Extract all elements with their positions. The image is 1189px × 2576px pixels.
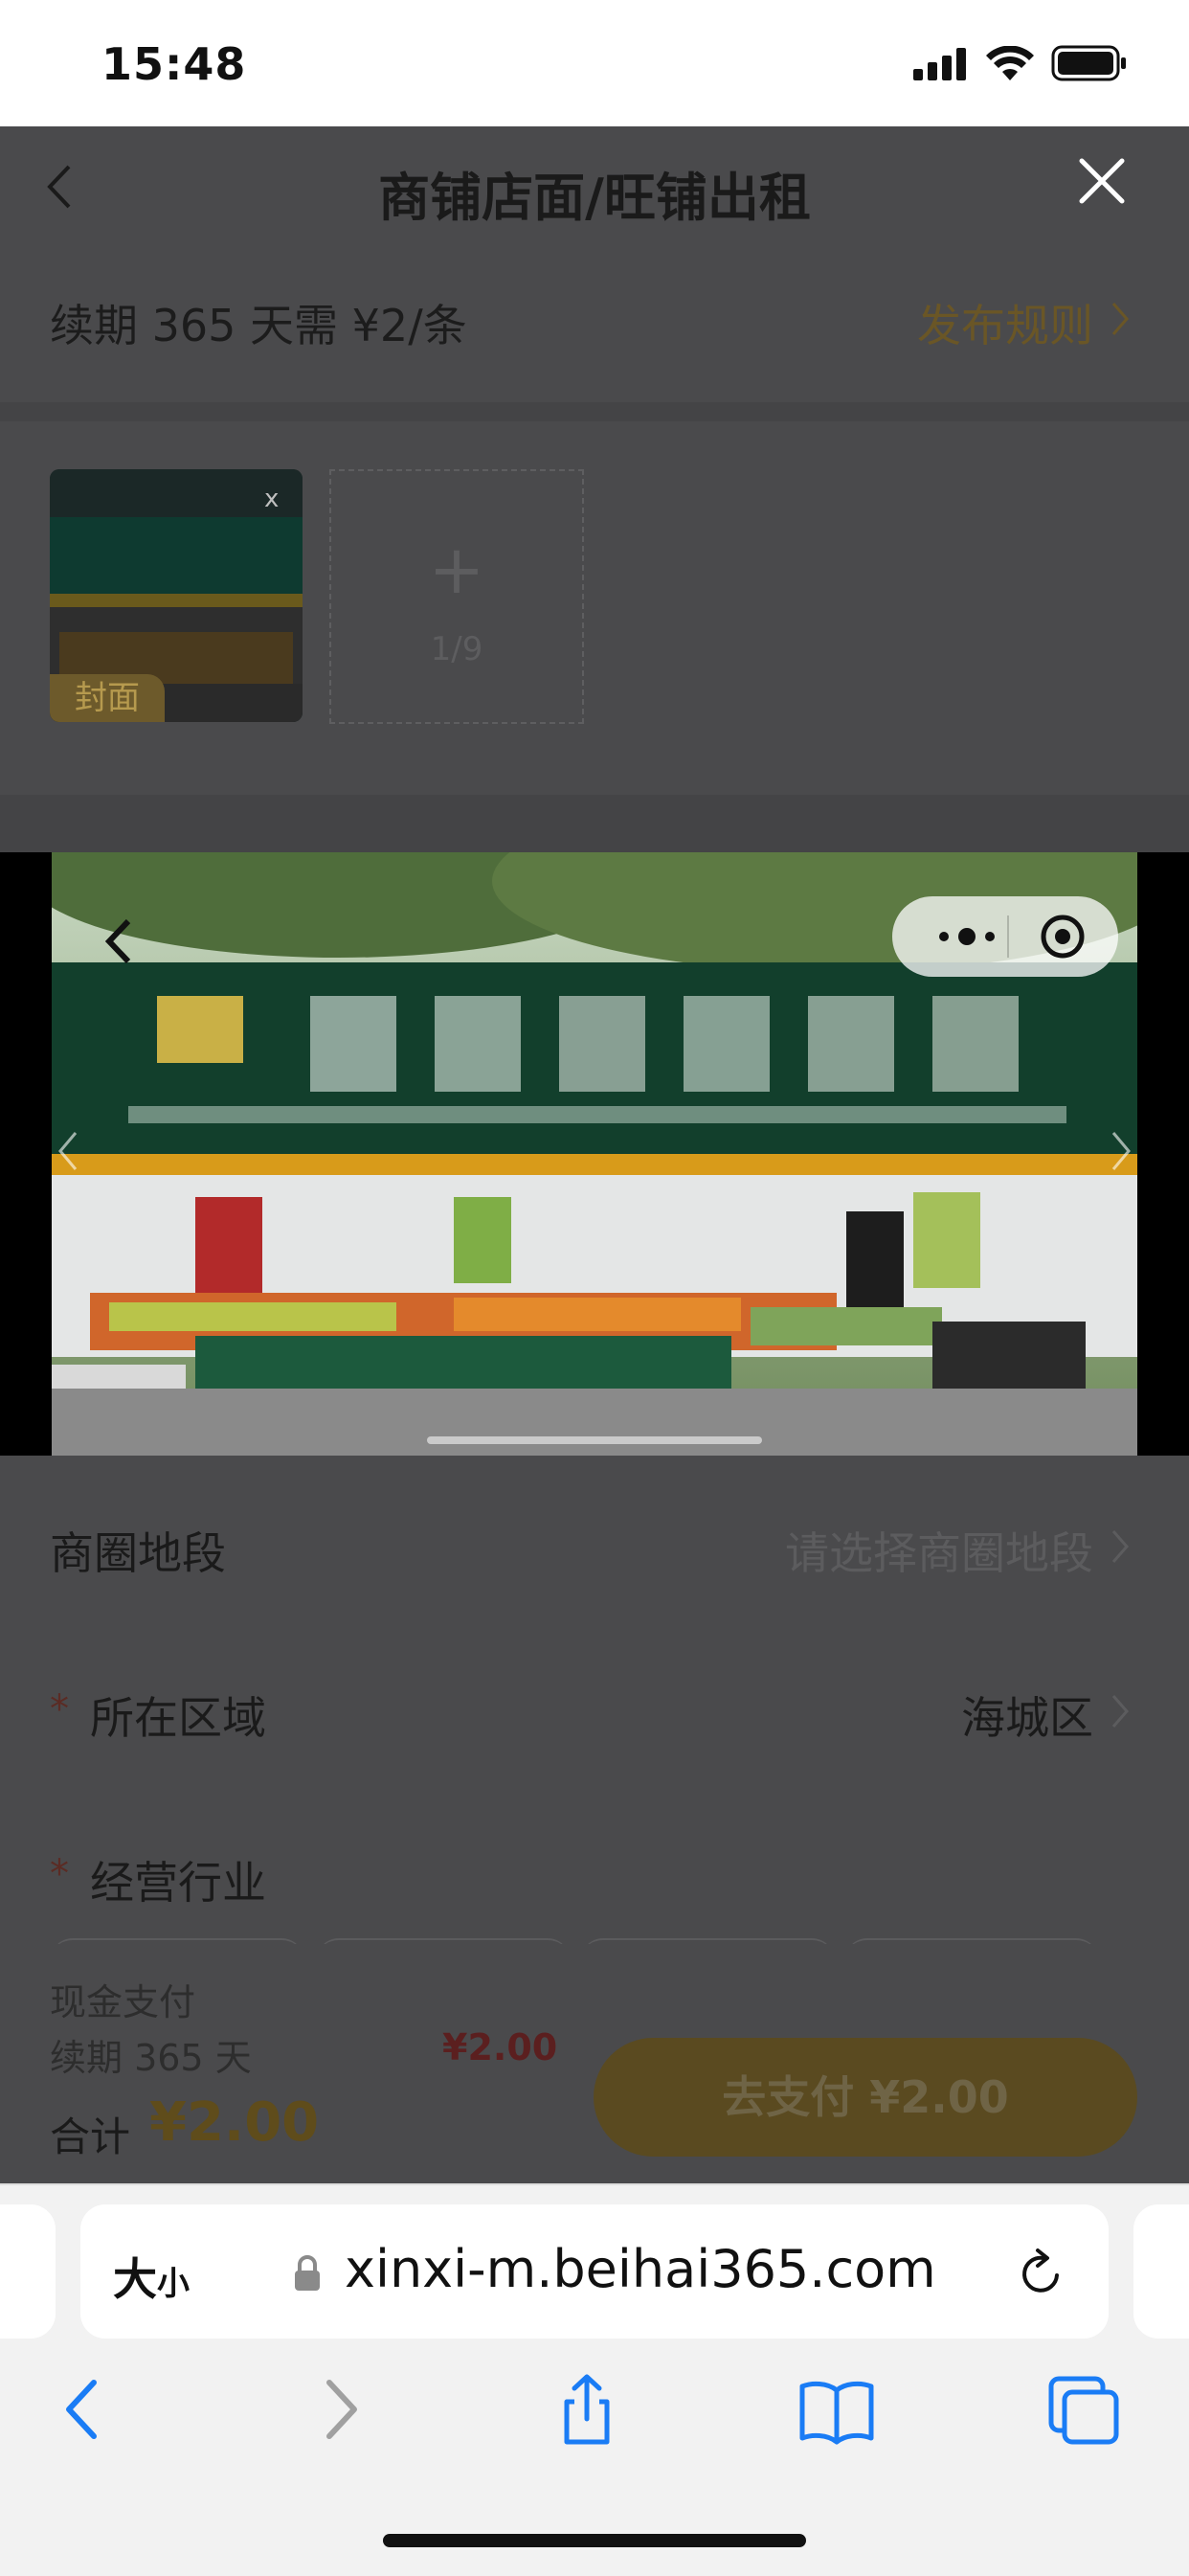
business-area-label: 商圈地段 bbox=[50, 1527, 226, 1579]
close-icon[interactable] bbox=[1078, 157, 1126, 205]
home-indicator bbox=[383, 2534, 806, 2547]
forward-icon[interactable] bbox=[306, 2373, 373, 2446]
total-label: 合计 bbox=[50, 2113, 131, 2160]
required-marker: * bbox=[50, 1852, 69, 1896]
wifi-icon bbox=[986, 46, 1034, 80]
cellular-signal-icon bbox=[913, 48, 966, 80]
lock-icon bbox=[295, 2255, 320, 2291]
remove-image-button[interactable]: x bbox=[264, 485, 279, 513]
share-icon[interactable] bbox=[553, 2373, 620, 2446]
text-size-small: 小 bbox=[157, 2265, 190, 2303]
business-area-select[interactable]: 请选择商圈地段 bbox=[785, 1519, 1093, 1582]
district-label: 所在区域 bbox=[90, 1692, 266, 1744]
image-count: 1/9 bbox=[430, 630, 483, 668]
chevron-right-icon bbox=[1111, 303, 1129, 335]
photo-back-icon[interactable] bbox=[101, 917, 134, 965]
next-tab-preview[interactable] bbox=[1133, 2204, 1189, 2339]
tabs-icon[interactable] bbox=[1045, 2373, 1122, 2446]
text-size-big: 大 bbox=[113, 2253, 157, 2305]
text-size-button[interactable]: 大小 bbox=[113, 2245, 190, 2308]
page-title: 商铺店面/旺铺出租 bbox=[378, 168, 811, 228]
total-amount: ¥2.00 bbox=[149, 2091, 320, 2154]
section-divider bbox=[0, 402, 1189, 421]
pay-button[interactable]: 去支付 ¥2.00 bbox=[594, 2038, 1137, 2157]
renew-duration: 续期 365 天 bbox=[50, 2037, 252, 2079]
cover-badge: 封面 bbox=[50, 674, 165, 722]
chevron-right-icon bbox=[1111, 1530, 1129, 1563]
previous-tab-preview[interactable] bbox=[0, 2204, 56, 2339]
industry-label: 经营行业 bbox=[90, 1857, 266, 1909]
photo-pager bbox=[427, 1436, 762, 1444]
reload-icon[interactable] bbox=[1015, 2247, 1068, 2300]
plus-icon: + bbox=[428, 531, 485, 609]
district-select[interactable]: 海城区 bbox=[961, 1683, 1093, 1747]
chevron-right-icon bbox=[1111, 1695, 1129, 1728]
close-miniprogram-icon[interactable] bbox=[1034, 910, 1091, 963]
bookmarks-icon[interactable] bbox=[796, 2373, 877, 2446]
renew-notice: 续期 365 天需 ¥2/条 bbox=[50, 300, 467, 351]
renew-price: ¥2.00 bbox=[442, 2026, 558, 2068]
next-photo-icon[interactable] bbox=[1110, 1130, 1132, 1172]
back-icon[interactable] bbox=[50, 2373, 117, 2446]
battery-icon bbox=[1051, 45, 1126, 81]
section-divider bbox=[0, 795, 1189, 852]
required-marker: * bbox=[50, 1687, 69, 1731]
previous-photo-icon[interactable] bbox=[57, 1130, 79, 1172]
more-options-icon[interactable] bbox=[919, 910, 1015, 963]
capsule-divider bbox=[1007, 915, 1009, 958]
publish-rules-link[interactable]: 发布规则 bbox=[917, 291, 1093, 354]
payment-method: 现金支付 bbox=[50, 1981, 196, 2023]
status-time: 15:48 bbox=[101, 38, 247, 90]
url-text: xinxi-m.beihai365.com bbox=[345, 2239, 936, 2299]
